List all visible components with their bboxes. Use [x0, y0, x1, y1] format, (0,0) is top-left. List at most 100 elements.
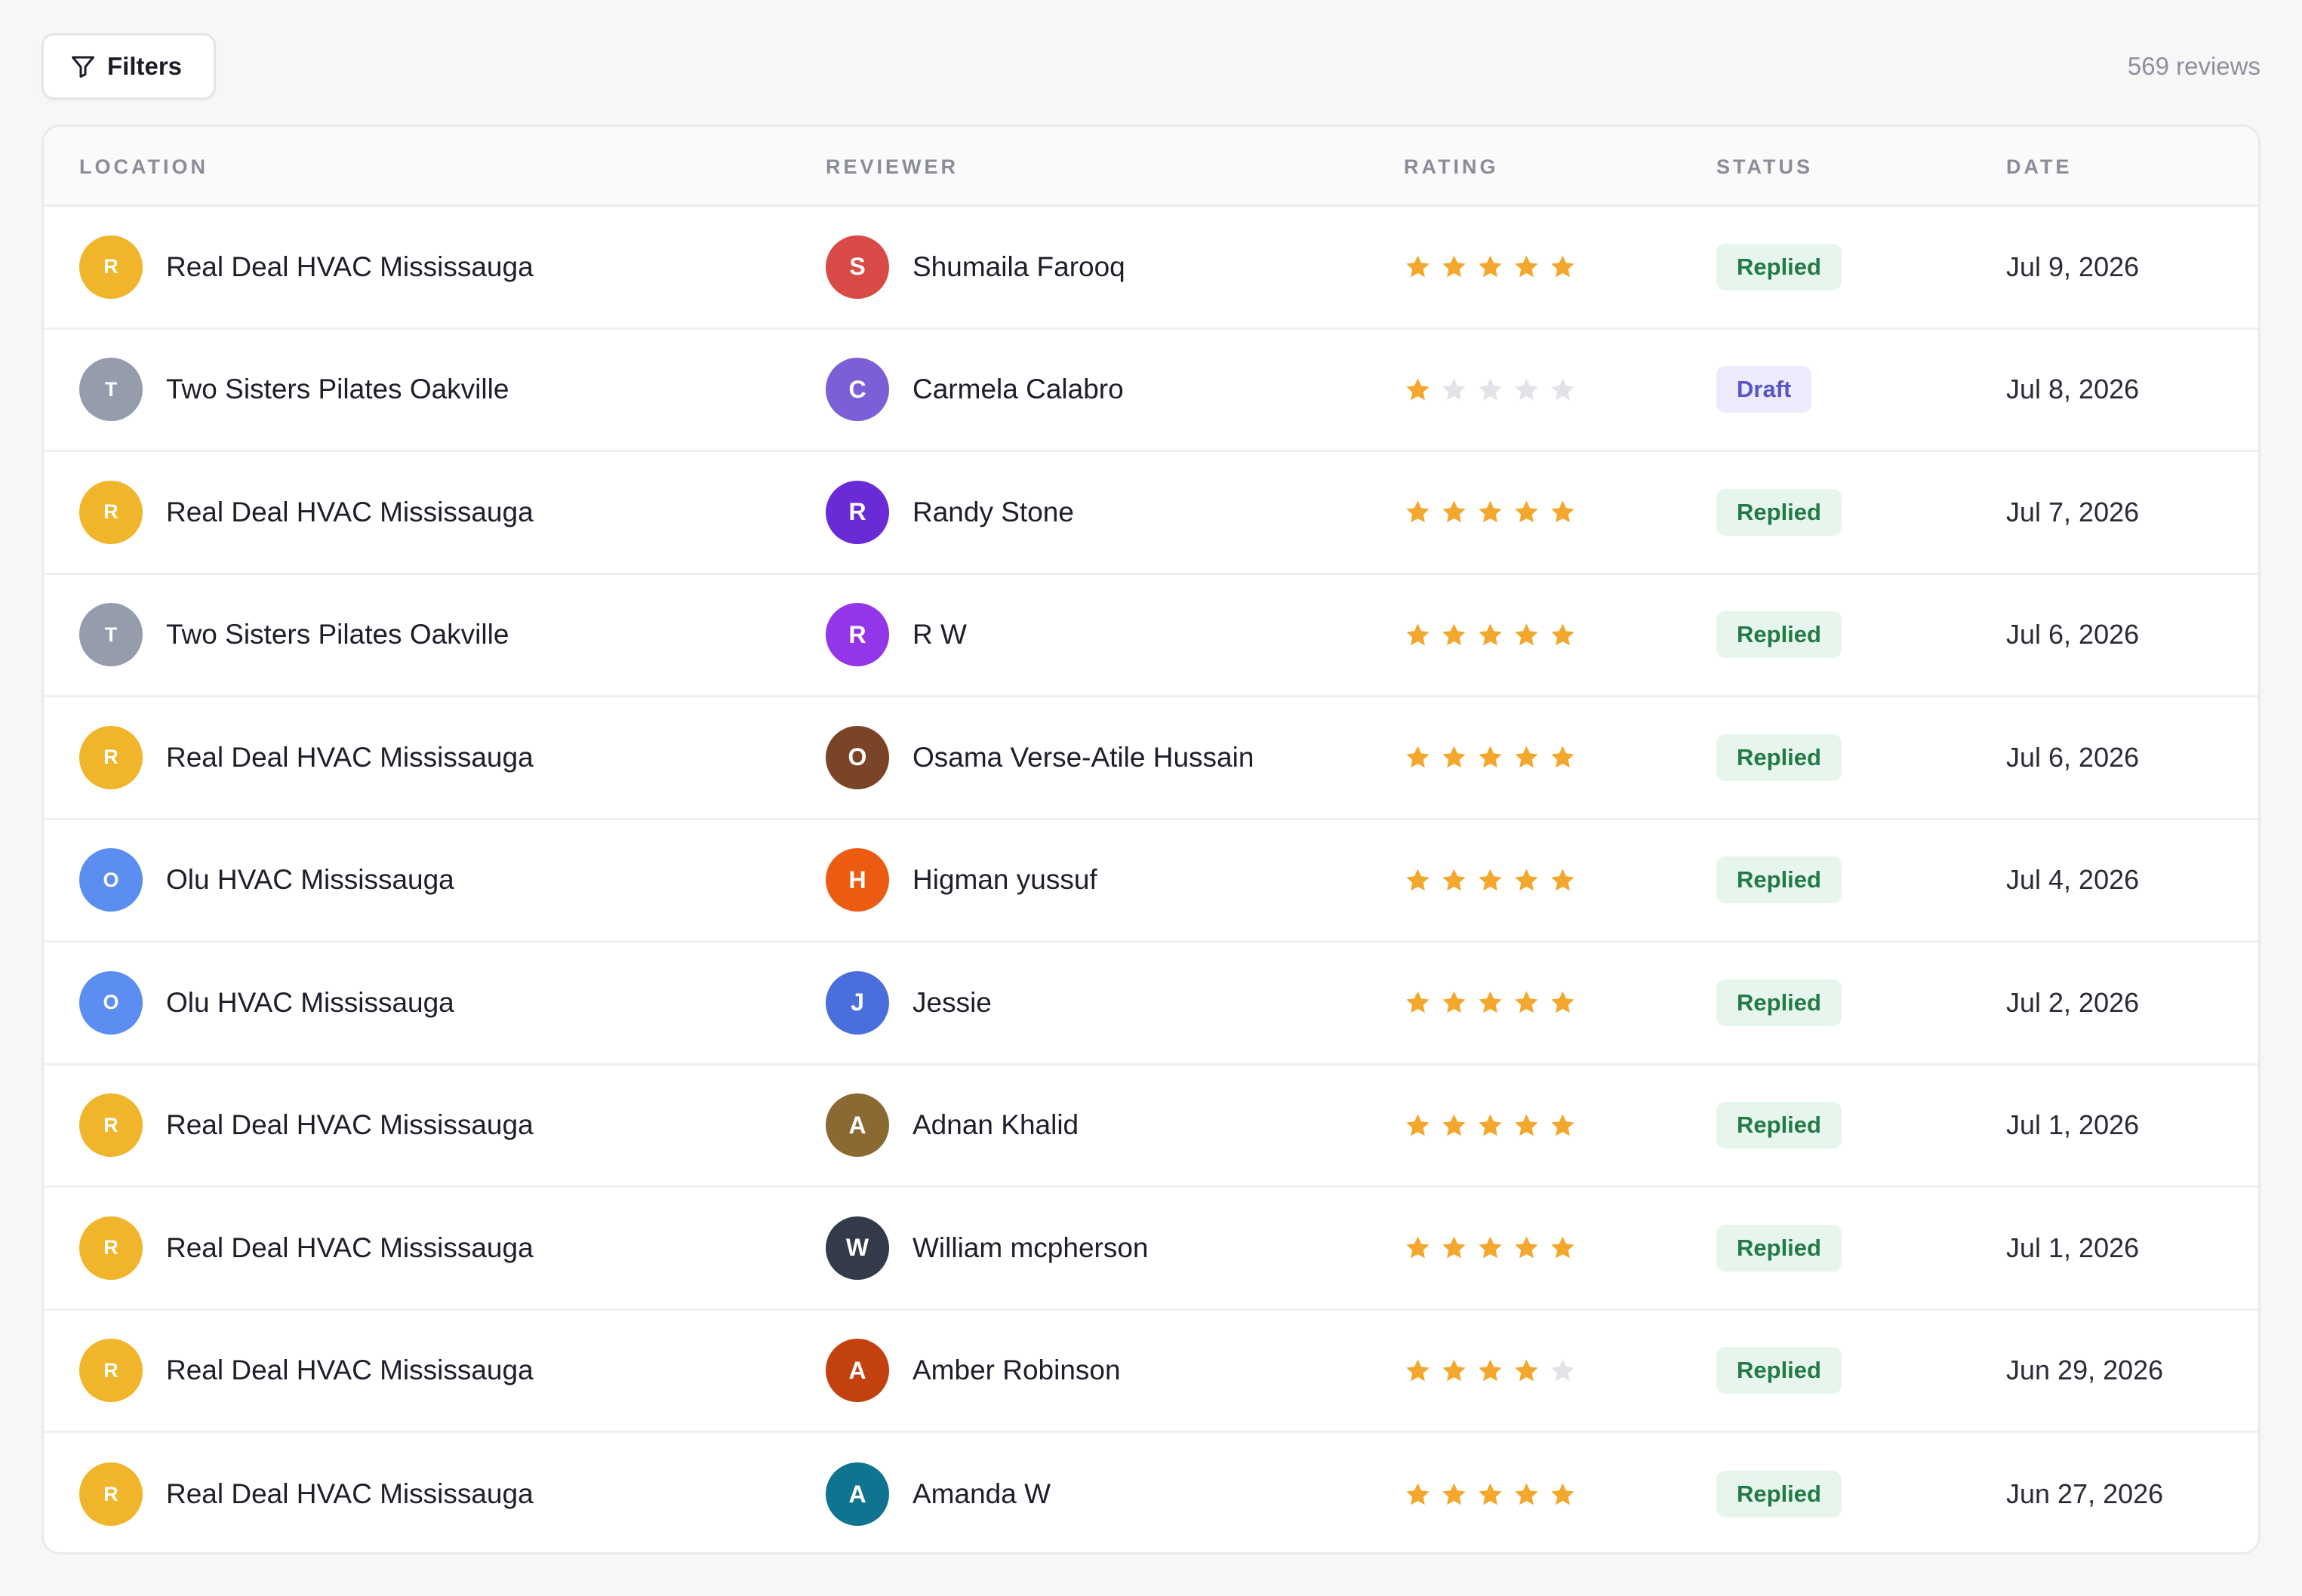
table-row[interactable]: O Olu HVAC Mississauga J Jessie Replied Jul 2… [44, 943, 2258, 1066]
reviewer-cell: A Amber Robinson [826, 1311, 1121, 1431]
location-avatar: R [79, 1216, 143, 1280]
location-name: Real Deal HVAC Mississauga [166, 496, 534, 527]
star-rating [1404, 1234, 1577, 1262]
review-date: Jul 6, 2026 [2006, 619, 2140, 650]
location-cell: T Two Sisters Pilates Oakville [79, 575, 509, 696]
location-name: Real Deal HVAC Mississauga [166, 251, 534, 282]
reviewer-cell: O Osama Verse-Atile Hussain [826, 697, 1254, 818]
reviewer-avatar: A [826, 1093, 889, 1158]
table-row[interactable]: R Real Deal HVAC Mississauga A Adnan Khalid… [44, 1066, 2258, 1188]
reviewer-cell: C Carmela Calabro [826, 330, 1124, 451]
star-icon [1442, 1359, 1466, 1381]
location-avatar: R [79, 1093, 143, 1158]
column-header-date[interactable]: DATE [2006, 127, 2073, 207]
table-row[interactable]: T Two Sisters Pilates Oakville C Carmela Ca… [44, 330, 2258, 452]
star-rating [1404, 1481, 1577, 1508]
star-icon [1551, 378, 1574, 400]
star-icon [1442, 623, 1466, 645]
review-date: Jul 9, 2026 [2006, 251, 2140, 282]
location-avatar: O [79, 848, 143, 912]
star-rating [1404, 621, 1577, 649]
star-icon [1406, 869, 1430, 890]
column-header-status[interactable]: STATUS [1716, 127, 1813, 207]
star-icon [1406, 1483, 1430, 1505]
location-name: Real Deal HVAC Mississauga [166, 1109, 534, 1141]
star-icon [1479, 869, 1502, 890]
star-icon [1406, 500, 1430, 523]
star-icon [1479, 746, 1502, 768]
location-name: Two Sisters Pilates Oakville [166, 374, 509, 405]
status-badge: Replied [1716, 856, 1842, 904]
star-icon [1479, 1236, 1502, 1259]
table-row[interactable]: R Real Deal HVAC Mississauga O Osama Verse-… [44, 697, 2258, 820]
reviewer-name: Adnan Khalid [912, 1109, 1079, 1141]
star-icon [1442, 500, 1466, 523]
status-cell: Replied [1716, 943, 1842, 1063]
star-icon [1551, 1359, 1574, 1381]
table-row[interactable]: R Real Deal HVAC Mississauga W William mcph… [44, 1188, 2258, 1311]
reviewer-cell: W William mcpherson [826, 1188, 1149, 1308]
star-rating [1404, 743, 1577, 771]
star-icon [1551, 746, 1574, 768]
table-row[interactable]: O Olu HVAC Mississauga H Higman yussuf Repli… [44, 820, 2258, 943]
location-cell: O Olu HVAC Mississauga [79, 943, 454, 1063]
table-row[interactable]: R Real Deal HVAC Mississauga S Shumaila Far… [44, 207, 2258, 330]
star-icon [1515, 869, 1538, 890]
star-icon [1515, 1114, 1538, 1136]
star-icon [1515, 500, 1538, 523]
star-icon [1551, 1236, 1574, 1259]
star-rating [1404, 376, 1577, 404]
location-name: Real Deal HVAC Mississauga [166, 1355, 534, 1386]
reviewer-avatar: H [826, 848, 889, 912]
rating-cell [1404, 1311, 1577, 1431]
star-icon [1442, 255, 1466, 278]
star-icon [1515, 991, 1538, 1013]
star-rating [1404, 1112, 1577, 1139]
location-cell: O Olu HVAC Mississauga [79, 820, 454, 941]
star-icon [1406, 1114, 1430, 1136]
status-cell: Replied [1716, 1311, 1842, 1431]
reviewer-avatar: S [826, 235, 889, 299]
location-avatar: T [79, 603, 143, 667]
star-icon [1515, 1236, 1538, 1259]
column-header-reviewer[interactable]: REVIEWER [826, 127, 959, 207]
star-icon [1551, 500, 1574, 523]
star-icon [1479, 1483, 1502, 1505]
location-avatar: R [79, 235, 143, 299]
table-row[interactable]: T Two Sisters Pilates Oakville R R W Replied… [44, 575, 2258, 697]
star-icon [1442, 869, 1466, 890]
review-date: Jun 27, 2026 [2006, 1478, 2164, 1510]
filters-button[interactable]: Filters [42, 33, 216, 100]
location-name: Real Deal HVAC Mississauga [166, 741, 534, 773]
table-header: LOCATION REVIEWER RATING STATUS DATE [44, 127, 2258, 207]
review-date: Jul 8, 2026 [2006, 374, 2140, 405]
table-row[interactable]: R Real Deal HVAC Mississauga A Amanda W Repl… [44, 1433, 2258, 1552]
reviewer-cell: S Shumaila Farooq [826, 207, 1125, 328]
star-icon [1515, 1483, 1538, 1505]
date-cell: Jul 1, 2026 [2006, 1066, 2139, 1186]
reviewer-name: Higman yussuf [912, 864, 1097, 896]
status-badge: Replied [1716, 979, 1842, 1026]
table-row[interactable]: R Real Deal HVAC Mississauga R Randy Stone R… [44, 452, 2258, 575]
star-icon [1479, 1359, 1502, 1381]
reviews-table: LOCATION REVIEWER RATING STATUS DATE R Re… [42, 125, 2260, 1554]
column-header-rating[interactable]: RATING [1404, 127, 1499, 207]
reviewer-avatar: O [826, 725, 889, 789]
location-name: Real Deal HVAC Mississauga [166, 1232, 534, 1263]
rating-cell [1404, 697, 1577, 818]
reviewer-avatar: C [826, 358, 889, 422]
star-icon [1442, 991, 1466, 1013]
star-icon [1515, 1359, 1538, 1381]
location-avatar: R [79, 725, 143, 789]
reviewer-cell: A Amanda W [826, 1433, 1051, 1552]
date-cell: Jun 27, 2026 [2006, 1433, 2164, 1552]
star-icon [1479, 255, 1502, 278]
status-cell: Replied [1716, 1066, 1842, 1186]
star-rating [1404, 866, 1577, 894]
reviewer-name: William mcpherson [912, 1232, 1149, 1263]
star-icon [1406, 378, 1430, 400]
column-header-location[interactable]: LOCATION [79, 127, 208, 207]
date-cell: Jul 8, 2026 [2006, 330, 2139, 451]
table-row[interactable]: R Real Deal HVAC Mississauga A Amber Robins… [44, 1311, 2258, 1433]
reviewer-name: Amanda W [912, 1478, 1051, 1510]
